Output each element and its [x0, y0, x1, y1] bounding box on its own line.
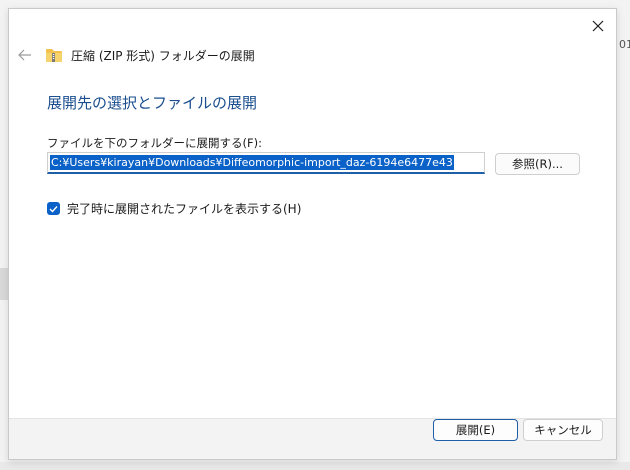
zip-folder-icon — [46, 49, 62, 62]
page-heading: 展開先の選択とファイルの展開 — [47, 94, 258, 112]
background-window-bottom — [0, 462, 630, 470]
destination-path-text: C:¥Users¥kirayan¥Downloads¥Diffeomorphic… — [50, 155, 454, 170]
close-icon — [592, 20, 604, 32]
background-window-strip — [0, 268, 8, 300]
cancel-button[interactable]: キャンセル — [523, 419, 603, 441]
back-arrow-icon — [18, 49, 31, 61]
destination-label: ファイルを下のフォルダーに展開する(F): — [47, 136, 262, 150]
dialog-title-row: 圧縮 (ZIP 形式) フォルダーの展開 — [45, 45, 255, 65]
show-files-checkbox[interactable] — [47, 202, 60, 215]
extract-button[interactable]: 展開(E) — [433, 419, 518, 441]
checkmark-icon — [49, 205, 58, 213]
browse-button[interactable]: 参照(R)... — [495, 153, 580, 175]
extract-zip-dialog: 圧縮 (ZIP 形式) フォルダーの展開 展開先の選択とファイルの展開 ファイル… — [8, 8, 617, 460]
dialog-title: 圧縮 (ZIP 形式) フォルダーの展開 — [71, 48, 255, 63]
show-files-option[interactable]: 完了時に展開されたファイルを表示する(H) — [47, 200, 301, 217]
close-button[interactable] — [586, 14, 610, 38]
back-button[interactable] — [15, 45, 35, 65]
show-files-label: 完了時に展開されたファイルを表示する(H) — [67, 202, 302, 216]
background-window-text: 01 — [619, 38, 630, 51]
destination-path-input[interactable]: C:¥Users¥kirayan¥Downloads¥Diffeomorphic… — [47, 152, 485, 174]
